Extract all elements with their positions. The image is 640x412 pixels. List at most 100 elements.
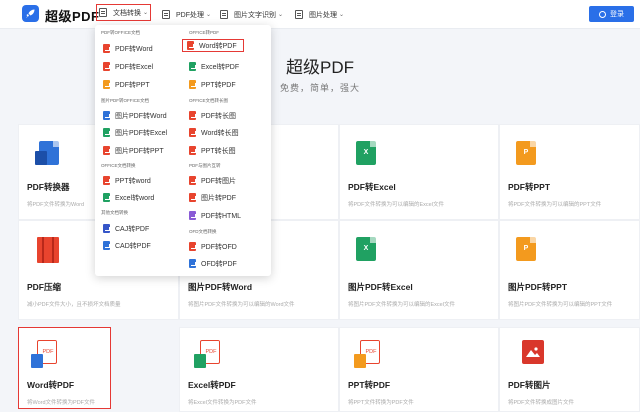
pdf-converter-icon	[35, 141, 61, 169]
image-icon	[295, 10, 303, 19]
ppt-icon: P	[516, 141, 542, 169]
card-title: Excel转PDF	[188, 380, 236, 390]
card-desc: 将图片PDF文件转换为可以编辑的Excel文件	[348, 302, 455, 308]
menu-item-caj-to-pdf[interactable]: CAJ转PDF	[103, 222, 149, 235]
compress-icon	[35, 237, 61, 265]
word-file-icon	[103, 111, 110, 120]
menu-item-image-pdf-to-excel[interactable]: 图片PDF转Excel	[103, 126, 167, 139]
nav-pdf-process[interactable]: PDF处理 ⌄	[162, 7, 211, 22]
card-desc: 将PPT文件转换为PDF文件	[348, 400, 414, 406]
dropdown-category: OFFICE转PDF	[189, 30, 219, 35]
card-title: PDF转换器	[27, 182, 70, 192]
html-file-icon	[189, 211, 196, 220]
brand-name[interactable]: 超级PDF	[45, 6, 100, 25]
pdf-file-icon	[189, 111, 196, 120]
menu-item-pdf-to-long-image[interactable]: PDF转长图	[189, 109, 236, 122]
dropdown-category: PDF与图片互转	[189, 163, 221, 168]
login-label: 登录	[610, 11, 624, 18]
menu-item-image-to-pdf[interactable]: 图片转PDF	[189, 191, 236, 204]
nav-label: 文档转换	[113, 9, 141, 17]
tool-card-ppt-to-pdf[interactable]: PDF PPT转PDF 将PPT文件转换为PDF文件	[339, 327, 499, 412]
excel-to-pdf-icon: PDF	[194, 340, 220, 368]
chevron-down-icon: ⌄	[278, 12, 284, 18]
menu-item-excel-to-pdf[interactable]: Excel转PDF	[189, 60, 239, 73]
tool-card-pdf-to-excel[interactable]: X PDF转Excel 将PDF文件转换为可以编辑的Excel文件	[339, 124, 499, 220]
tool-card-image-pdf-to-ppt[interactable]: P 图片PDF转PPT 将图片PDF文件转换为可以编辑的PPT文件	[499, 220, 640, 320]
document-icon	[99, 8, 107, 17]
excel-file-icon	[189, 62, 196, 71]
cad-file-icon	[103, 241, 110, 250]
card-title: PPT转PDF	[348, 380, 391, 390]
card-title: 图片PDF转PPT	[508, 282, 568, 292]
menu-item-excel-to-word[interactable]: Excel转word	[103, 191, 154, 204]
menu-item-ppt-to-long-image[interactable]: PPT转长图	[189, 144, 236, 157]
card-desc: 将图片PDF文件转换为可以编辑的Word文件	[188, 302, 295, 308]
ppt-file-icon	[103, 176, 110, 185]
card-desc: 将PDF文件转换为可以编辑的PPT文件	[508, 202, 602, 208]
menu-item-pdf-to-image[interactable]: PDF转图片	[189, 174, 236, 187]
word-file-icon	[189, 128, 196, 137]
ppt-file-icon	[189, 80, 196, 89]
card-title: PDF转PPT	[508, 182, 551, 192]
menu-item-ppt-to-word[interactable]: PPT转word	[103, 174, 151, 187]
tool-card-image-pdf-to-excel[interactable]: X 图片PDF转Excel 将图片PDF文件转换为可以编辑的Excel文件	[339, 220, 499, 320]
dropdown-category: 图片PDF转OFFICE文档	[101, 98, 149, 103]
nav-image-process[interactable]: 图片处理 ⌄	[295, 7, 344, 22]
pdf-file-icon	[103, 44, 110, 53]
card-title: PDF压缩	[27, 282, 62, 292]
menu-item-word-to-long-image[interactable]: Word转长图	[189, 126, 239, 139]
ofd-file-icon	[189, 259, 196, 268]
menu-item-image-pdf-to-ppt[interactable]: 图片PDF转PPT	[103, 144, 164, 157]
nav-document-convert[interactable]: 文档转换 ⌄	[96, 4, 152, 21]
tool-card-pdf-to-image[interactable]: PDF转图片 将PDF文件转换成图片文件	[499, 327, 640, 412]
pdf-file-icon	[103, 146, 110, 155]
menu-item-pdf-to-excel[interactable]: PDF转Excel	[103, 60, 153, 73]
image-file-icon	[189, 193, 196, 202]
menu-item-image-pdf-to-word[interactable]: 图片PDF转Word	[103, 109, 167, 122]
rocket-logo-icon[interactable]	[22, 5, 39, 22]
tool-card-word-to-pdf[interactable]: PDF Word转PDF 将Word文件转换为PDF文件	[18, 327, 111, 409]
card-title: PDF转图片	[508, 380, 551, 390]
menu-item-ofd-to-pdf[interactable]: OFD转PDF	[189, 257, 237, 270]
menu-item-ppt-to-pdf[interactable]: PPT转PDF	[189, 78, 236, 91]
document-convert-dropdown: PDF转OFFICE文档 PDF转Word PDF转Excel PDF转PPT …	[95, 25, 271, 276]
menu-item-pdf-to-ofd[interactable]: PDF转OFD	[189, 240, 237, 253]
menu-item-word-to-pdf[interactable]: Word转PDF	[182, 39, 244, 52]
word-to-pdf-icon: PDF	[31, 340, 57, 368]
image-icon	[522, 340, 548, 368]
tool-card-pdf-to-ppt[interactable]: P PDF转PPT 将PDF文件转换为可以编辑的PPT文件	[499, 124, 640, 220]
menu-item-pdf-to-ppt[interactable]: PDF转PPT	[103, 78, 150, 91]
card-desc: 将Excel文件转换为PDF文件	[188, 400, 257, 406]
tool-card-excel-to-pdf[interactable]: PDF Excel转PDF 将Excel文件转换为PDF文件	[179, 327, 339, 412]
excel-icon: X	[356, 237, 382, 265]
ppt-icon: P	[516, 237, 542, 265]
card-desc: 减小PDF文件大小，且不损坏文档质量	[27, 302, 121, 308]
user-icon	[599, 10, 606, 18]
menu-item-pdf-to-html[interactable]: PDF转HTML	[189, 209, 241, 222]
dropdown-category: OFFICE文档转换	[101, 163, 136, 168]
document-icon	[162, 10, 170, 19]
ppt-to-pdf-icon: PDF	[354, 340, 380, 368]
card-title: 图片PDF转Word	[188, 282, 253, 292]
menu-item-pdf-to-word[interactable]: PDF转Word	[103, 42, 153, 55]
ppt-file-icon	[103, 80, 110, 89]
nav-label: 图片处理	[309, 11, 337, 19]
card-desc: 将PDF文件转换为Word	[27, 202, 85, 208]
login-button[interactable]: 登录	[589, 6, 634, 22]
chevron-down-icon: ⌄	[339, 12, 345, 18]
dropdown-category: OFD文档转换	[189, 229, 217, 234]
nav-image-ocr[interactable]: 图片文字识别 ⌄	[220, 7, 283, 22]
dropdown-category: 其他文档转换	[101, 210, 128, 215]
pdf-file-icon	[189, 176, 196, 185]
pdf-file-icon	[103, 62, 110, 71]
excel-file-icon	[103, 193, 110, 202]
menu-item-cad-to-pdf[interactable]: CAD转PDF	[103, 239, 151, 252]
dropdown-category: PDF转OFFICE文档	[101, 30, 140, 35]
excel-icon: X	[356, 141, 382, 169]
card-desc: 将PDF文件转换为可以编辑的Excel文件	[348, 202, 444, 208]
ppt-file-icon	[189, 146, 196, 155]
card-title: 图片PDF转Excel	[348, 282, 413, 292]
excel-file-icon	[103, 128, 110, 137]
card-desc: 将Word文件转换为PDF文件	[27, 400, 96, 406]
nav-label: PDF处理	[176, 11, 204, 19]
